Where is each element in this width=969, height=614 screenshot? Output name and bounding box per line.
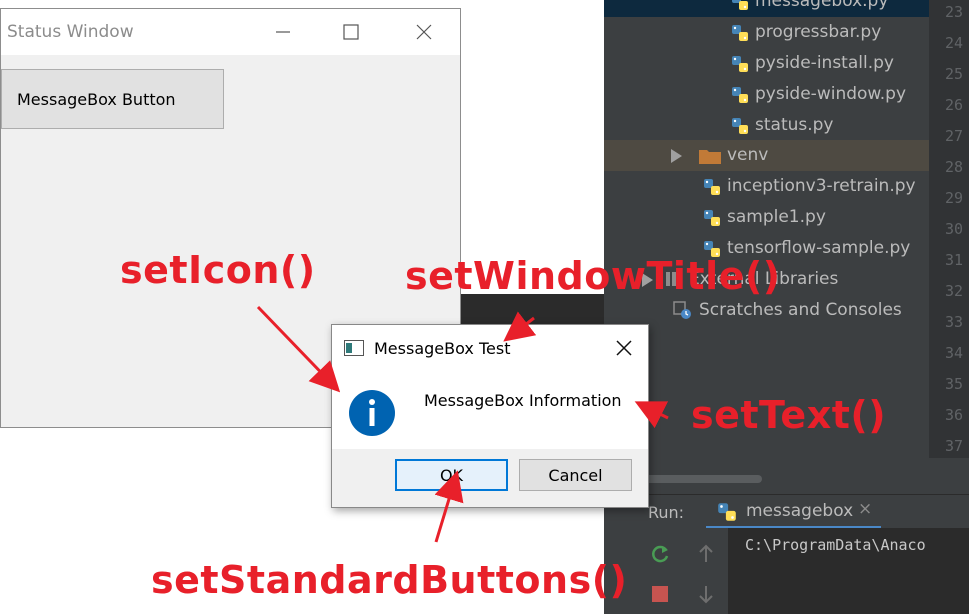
run-tab-messagebox[interactable]: messagebox × xyxy=(706,495,881,529)
folder-icon xyxy=(699,150,721,164)
scratches-icon xyxy=(673,301,691,319)
window-icon xyxy=(344,340,364,356)
tree-item-status[interactable]: status.py xyxy=(604,110,929,141)
messagebox-text: MessageBox Information xyxy=(424,391,622,410)
arrow-up-icon[interactable] xyxy=(694,542,718,566)
tree-item-inceptionv3[interactable]: inceptionv3-retrain.py xyxy=(604,171,929,202)
tree-item-label: Scratches and Consoles xyxy=(699,300,902,320)
status-window-titlebar[interactable]: Status Window xyxy=(1,9,460,55)
tree-item-messagebox[interactable]: messagebox.py xyxy=(604,0,929,17)
line-number: 36 xyxy=(944,406,963,424)
line-number: 25 xyxy=(944,65,963,83)
close-icon[interactable] xyxy=(389,9,459,55)
python-icon xyxy=(718,503,736,521)
messagebox-titlebar[interactable]: MessageBox Test xyxy=(332,325,648,371)
tree-item-scratches[interactable]: Scratches and Consoles xyxy=(604,295,929,326)
run-toolbar: Run: messagebox × xyxy=(604,494,969,529)
tree-item-pyside-window[interactable]: pyside-window.py xyxy=(604,79,929,110)
ide-panel: messagebox.py progressbar.py pyside-inst… xyxy=(604,0,969,614)
run-tab-label: messagebox xyxy=(746,501,854,521)
line-number: 37 xyxy=(944,437,963,455)
line-number: 31 xyxy=(944,251,963,269)
python-file-icon xyxy=(704,179,720,195)
cancel-button[interactable]: Cancel xyxy=(519,459,632,491)
line-number: 35 xyxy=(944,375,963,393)
line-number: 26 xyxy=(944,96,963,114)
python-file-icon xyxy=(732,0,748,10)
python-file-icon xyxy=(732,56,748,72)
tree-item-label: sample1.py xyxy=(727,207,826,227)
status-window-title: Status Window xyxy=(7,22,134,42)
tree-item-label: venv xyxy=(727,145,769,165)
tree-item-label: inceptionv3-retrain.py xyxy=(727,176,916,196)
line-number: 32 xyxy=(944,282,963,300)
python-file-icon xyxy=(732,25,748,41)
information-icon xyxy=(349,390,395,436)
tree-item-label: pyside-window.py xyxy=(755,84,907,104)
tree-item-label: status.py xyxy=(755,115,834,135)
python-file-icon xyxy=(732,118,748,134)
console-line: C:\ProgramData\Anaco xyxy=(745,536,926,554)
annotation-set-standard-buttons: setStandardButtons() xyxy=(151,558,628,602)
tree-item-pyside-install[interactable]: pyside-install.py xyxy=(604,48,929,79)
tree-item-progressbar[interactable]: progressbar.py xyxy=(604,17,929,48)
expand-arrow-icon[interactable] xyxy=(671,149,682,163)
annotation-set-icon: setIcon() xyxy=(120,248,316,292)
messagebox-button[interactable]: MessageBox Button xyxy=(1,69,224,129)
line-number: 24 xyxy=(944,34,963,52)
tree-item-label: pyside-install.py xyxy=(755,53,894,73)
run-label: Run: xyxy=(648,503,685,522)
line-number-gutter: 23 24 25 26 27 28 29 30 31 32 33 34 35 3… xyxy=(929,0,969,458)
editor-background-strip xyxy=(461,294,604,324)
maximize-icon[interactable] xyxy=(316,9,386,55)
messagebox-dialog: MessageBox Test MessageBox Information O… xyxy=(331,324,649,508)
tree-item-venv[interactable]: venv xyxy=(604,140,929,171)
annotation-set-window-title: setWindowTitle() xyxy=(405,254,781,298)
annotation-set-text: setText() xyxy=(691,393,887,437)
messagebox-button-row: OK Cancel xyxy=(332,449,648,507)
python-file-icon xyxy=(732,87,748,103)
line-number: 27 xyxy=(944,127,963,145)
messagebox-title: MessageBox Test xyxy=(374,339,511,358)
line-number: 33 xyxy=(944,313,963,331)
messagebox-body: MessageBox Information xyxy=(332,371,648,449)
rerun-icon[interactable] xyxy=(648,542,672,566)
arrow-down-icon[interactable] xyxy=(694,582,718,606)
console-output[interactable]: C:\ProgramData\Anaco xyxy=(728,528,969,614)
close-icon[interactable] xyxy=(608,333,640,363)
tree-item-sample1[interactable]: sample1.py xyxy=(604,202,929,233)
minimize-icon[interactable] xyxy=(248,9,318,55)
line-number: 29 xyxy=(944,189,963,207)
line-number: 30 xyxy=(944,220,963,238)
close-tab-icon[interactable]: × xyxy=(858,499,872,519)
line-number: 34 xyxy=(944,344,963,362)
line-number: 28 xyxy=(944,158,963,176)
ok-button[interactable]: OK xyxy=(395,459,508,491)
stop-icon[interactable] xyxy=(648,582,672,606)
tree-item-label: messagebox.py xyxy=(755,0,889,11)
tree-item-label: progressbar.py xyxy=(755,22,882,42)
horizontal-scrollbar[interactable] xyxy=(604,470,929,488)
line-number: 23 xyxy=(944,3,963,21)
python-file-icon xyxy=(704,210,720,226)
